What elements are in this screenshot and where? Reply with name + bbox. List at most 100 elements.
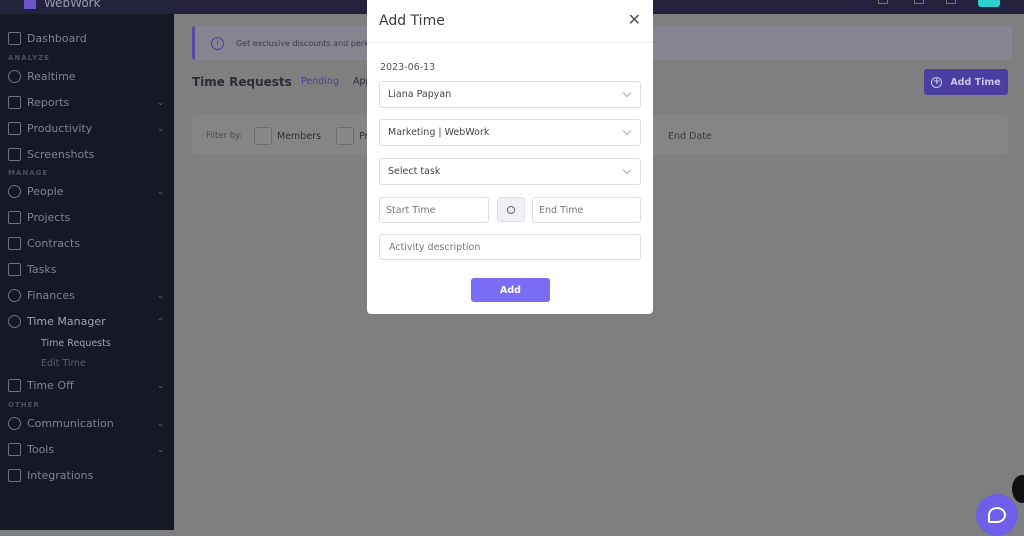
label: Add Time <box>950 76 1001 88</box>
logo-mark-icon <box>24 0 36 9</box>
briefcase-icon <box>8 210 21 224</box>
chevron-down-icon: ⌄ <box>157 444 164 454</box>
chevron-down-icon <box>622 165 632 175</box>
label: Communication <box>27 416 114 430</box>
clock-icon <box>507 205 515 214</box>
filter-projects[interactable]: Pr <box>336 127 368 145</box>
people-icon <box>8 184 21 198</box>
tab-pending[interactable]: Pending <box>301 76 339 87</box>
label: Projects <box>27 210 71 224</box>
section-manage: MANAGE <box>8 169 49 177</box>
clock-button[interactable] <box>497 197 525 222</box>
task-select[interactable]: Select task <box>379 158 641 185</box>
chat-icon <box>8 416 21 430</box>
chevron-down-icon: ⌄ <box>157 123 164 133</box>
search-icon[interactable] <box>878 0 888 4</box>
chevron-up-icon: ⌃ <box>157 316 164 326</box>
label: People <box>27 184 64 198</box>
sidebar-item-screenshots[interactable]: Screenshots <box>8 144 166 164</box>
plus-circle-icon: + <box>931 76 943 88</box>
label: Members <box>277 130 322 142</box>
sidebar-item-communication[interactable]: Communication ⌄ <box>8 413 166 433</box>
date-label: 2023-06-13 <box>380 62 436 73</box>
chevron-down-icon: ⌄ <box>157 290 164 300</box>
label: Tools <box>27 442 55 456</box>
chevron-down-icon: ⌄ <box>157 97 164 107</box>
label: Productivity <box>27 121 93 135</box>
label: Time Off <box>27 378 74 392</box>
stopwatch-icon <box>8 314 21 328</box>
clock-icon <box>8 69 21 83</box>
label: Contracts <box>27 236 81 250</box>
sidebar-item-time-manager[interactable]: Time Manager ⌃ <box>8 311 166 331</box>
sidebar-item-dashboard[interactable]: Dashboard <box>8 28 166 48</box>
label: Time Manager <box>27 314 106 328</box>
chevron-down-icon <box>622 88 632 98</box>
chart-icon <box>8 121 21 135</box>
sidebar-item-integrations[interactable]: Integrations <box>8 465 166 485</box>
members-icon <box>254 127 272 145</box>
contract-icon <box>8 236 21 250</box>
sidebar-item-finances[interactable]: Finances ⌄ <box>8 285 166 305</box>
label: Finances <box>27 288 75 302</box>
placeholder: Select task <box>388 166 441 177</box>
add-time-button[interactable]: + Add Time <box>924 69 1008 95</box>
checkbox-icon <box>8 262 21 276</box>
puzzle-icon <box>8 468 21 482</box>
modal-title: Add Time <box>367 0 653 43</box>
close-icon[interactable]: ✕ <box>628 12 641 28</box>
sidebar-item-tasks[interactable]: Tasks <box>8 259 166 279</box>
filter-members[interactable]: Members <box>254 127 321 145</box>
logo[interactable]: WebWork <box>10 0 101 10</box>
end-time-input[interactable]: End Time <box>532 197 641 223</box>
sidebar: Dashboard ANALYZE Realtime Reports ⌄ Prod… <box>0 14 174 530</box>
briefcase-icon <box>336 127 354 145</box>
chevron-down-icon: ⌄ <box>157 418 164 428</box>
banner-text: Get exclusive discounts and perks <box>236 38 373 48</box>
dollar-icon <box>8 288 21 302</box>
page-title: Time Requests <box>192 75 292 89</box>
label: Screenshots <box>27 147 95 161</box>
sidebar-item-contracts[interactable]: Contracts <box>8 233 166 253</box>
placeholder: Activity description <box>389 241 481 253</box>
bell-icon[interactable] <box>914 0 924 4</box>
member-select[interactable]: Liana Papyan <box>379 81 641 108</box>
sidebar-item-tools[interactable]: Tools ⌄ <box>8 439 166 459</box>
add-time-modal: Add Time ✕ 2023-06-13 Liana Papyan Marke… <box>367 0 653 314</box>
label: Integrations <box>27 468 94 482</box>
add-button[interactable]: Add <box>471 278 550 302</box>
chevron-down-icon: ⌄ <box>157 380 164 390</box>
sidebar-item-reports[interactable]: Reports ⌄ <box>8 92 166 112</box>
sidebar-subitem-edit-time[interactable]: Edit Time <box>41 358 86 369</box>
section-analyze: ANALYZE <box>8 54 50 62</box>
chat-bubble-icon <box>988 507 1006 523</box>
logo-text: WebWork <box>44 0 101 10</box>
filter-end-date[interactable]: End Date <box>668 131 712 142</box>
sidebar-item-people[interactable]: People ⌄ <box>8 181 166 201</box>
chevron-down-icon: ⌄ <box>157 186 164 196</box>
placeholder: Start Time <box>386 204 436 216</box>
sidebar-item-realtime[interactable]: Realtime <box>8 66 166 86</box>
value: Liana Papyan <box>388 89 452 100</box>
value: Marketing | WebWork <box>388 127 490 138</box>
avatar[interactable] <box>978 0 1000 7</box>
info-icon: i <box>211 36 224 50</box>
grid-icon <box>8 31 21 45</box>
label: Tasks <box>27 262 57 276</box>
label: Realtime <box>27 69 76 83</box>
label: Reports <box>27 95 70 109</box>
calendar-icon <box>8 378 21 392</box>
image-icon <box>8 147 21 161</box>
label: Dashboard <box>27 31 87 45</box>
start-time-input[interactable]: Start Time <box>379 197 489 223</box>
project-select[interactable]: Marketing | WebWork <box>379 119 641 146</box>
sidebar-item-productivity[interactable]: Productivity ⌄ <box>8 118 166 138</box>
tools-icon <box>8 442 21 456</box>
activity-description-input[interactable]: Activity description <box>379 234 641 260</box>
sidebar-subitem-time-requests[interactable]: Time Requests <box>41 338 111 349</box>
report-icon <box>8 95 21 109</box>
sidebar-item-projects[interactable]: Projects <box>8 207 166 227</box>
chevron-down-icon <box>622 126 632 136</box>
sidebar-item-time-off[interactable]: Time Off ⌄ <box>8 375 166 395</box>
gear-icon[interactable] <box>946 0 956 4</box>
